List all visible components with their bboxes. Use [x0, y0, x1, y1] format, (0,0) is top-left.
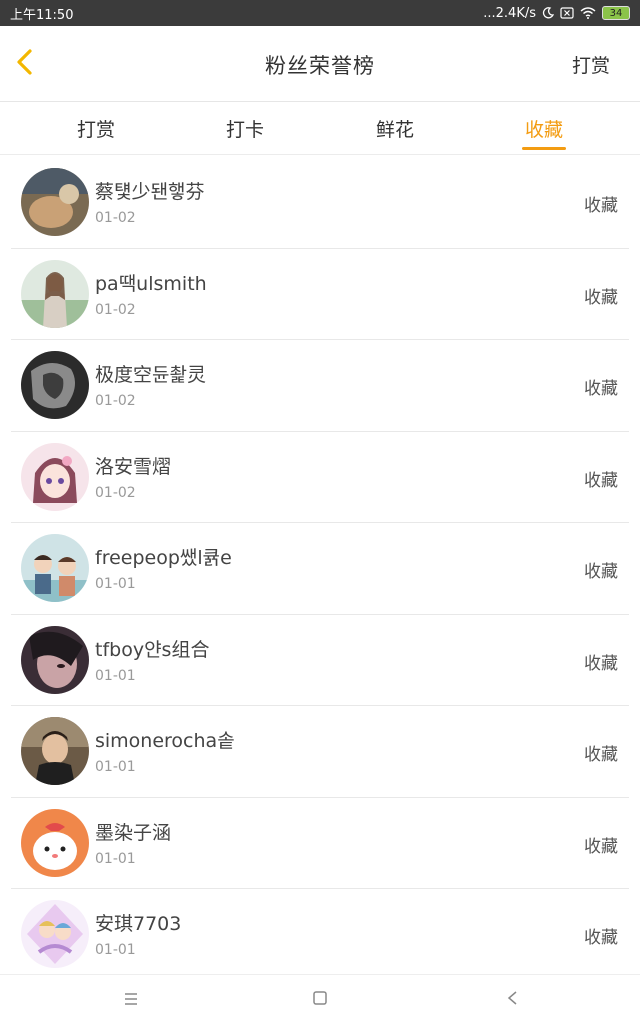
back-triangle-icon [506, 990, 518, 1010]
fan-date: 01-02 [95, 210, 136, 226]
fan-date: 01-01 [95, 576, 136, 592]
fan-action: 收藏 [584, 562, 618, 582]
avatar [21, 534, 89, 602]
tab-label: 打赏 [76, 118, 115, 141]
fan-name: 洛安雪熠 [95, 455, 172, 478]
fan-name: 安琪7703 [95, 913, 182, 935]
avatar [21, 625, 89, 694]
fan-action: 收藏 [584, 745, 618, 765]
avatar [21, 168, 89, 236]
fan-list: 蔡턫少됀햏芬 01-02 收藏 pa땍ulsmith 01-02 收藏 极度空듄… [0, 157, 640, 981]
fan-action: 收藏 [584, 653, 618, 674]
fan-name: 极度空듄촱灵 [95, 364, 206, 386]
status-time: 上午11:50 [10, 7, 74, 23]
avatar [21, 717, 89, 785]
fan-name: freepeop쌨l큙e [95, 547, 232, 569]
fan-date: 01-02 [95, 484, 136, 501]
list-item[interactable]: simonerocha솥 01-01 收藏 [11, 706, 629, 798]
list-item[interactable]: 蔡턫少됀햏芬 01-02 收藏 [11, 157, 629, 249]
status-bar: 上午11:50 ...2.4K/s 34 [0, 0, 640, 26]
fan-action: 收藏 [584, 196, 618, 216]
status-icons: ...2.4K/s 34 [483, 6, 630, 21]
fan-date: 01-01 [95, 667, 136, 684]
list-item[interactable]: freepeop쌨l큙e 01-01 收藏 [11, 523, 629, 615]
menu-icon [123, 991, 139, 1010]
list-item[interactable]: tfboy얀s组合 01-01 收藏 [11, 615, 629, 706]
avatar [21, 442, 89, 511]
fan-action: 收藏 [584, 379, 618, 399]
fan-action: 收藏 [584, 928, 618, 948]
active-tab-indicator [522, 147, 566, 150]
list-item[interactable]: 洛安雪熠 01-02 收藏 [11, 432, 629, 523]
fan-name: tfboy얀s组合 [95, 638, 210, 661]
reward-button[interactable]: 打赏 [572, 51, 610, 78]
network-speed: ...2.4K/s [483, 5, 536, 21]
fan-name: 墨染子涵 [95, 821, 172, 844]
fan-date: 01-02 [95, 393, 136, 409]
fan-date: 01-01 [95, 942, 136, 958]
home-button[interactable] [305, 987, 335, 1013]
tab-reward[interactable]: 打赏 [46, 102, 146, 154]
tab-checkin[interactable]: 打卡 [195, 102, 295, 154]
fan-action: 收藏 [584, 836, 618, 857]
fan-action: 收藏 [584, 470, 618, 491]
battery-icon: 34 [602, 6, 630, 20]
tab-favorites[interactable]: 收藏 [494, 102, 594, 154]
tab-bar: 打赏 打卡 鲜花 收藏 [0, 102, 640, 155]
header: 粉丝荣誉榜 打赏 [0, 26, 640, 102]
avatar [21, 351, 89, 419]
moon-icon [542, 7, 554, 19]
avatar [21, 900, 89, 968]
system-nav-bar [0, 974, 640, 1025]
tab-flowers[interactable]: 鲜花 [345, 102, 445, 154]
fan-name: 蔡턫少됀햏芬 [95, 181, 205, 203]
fan-name: pa땍ulsmith [95, 272, 207, 295]
fan-name: simonerocha솥 [95, 730, 235, 752]
wifi-icon [580, 7, 596, 19]
fan-date: 01-01 [95, 850, 136, 867]
fan-action: 收藏 [584, 287, 618, 308]
fan-date: 01-02 [95, 301, 136, 318]
tab-label: 打卡 [225, 118, 264, 141]
sim-off-icon [560, 7, 574, 19]
page-title: 粉丝荣誉榜 [265, 54, 375, 78]
list-item[interactable]: 墨染子涵 01-01 收藏 [11, 798, 629, 889]
fan-date: 01-01 [95, 759, 136, 775]
home-square-icon [312, 990, 328, 1010]
back-nav-button[interactable] [497, 987, 527, 1013]
avatar [21, 808, 89, 877]
list-item[interactable]: 安琪7703 01-01 收藏 [11, 889, 629, 981]
list-item[interactable]: 极度空듄촱灵 01-02 收藏 [11, 340, 629, 432]
tab-label: 鲜花 [375, 118, 414, 141]
avatar [21, 259, 89, 328]
tab-label: 收藏 [524, 118, 563, 141]
list-item[interactable]: pa땍ulsmith 01-02 收藏 [11, 249, 629, 340]
menu-button[interactable] [116, 987, 146, 1013]
